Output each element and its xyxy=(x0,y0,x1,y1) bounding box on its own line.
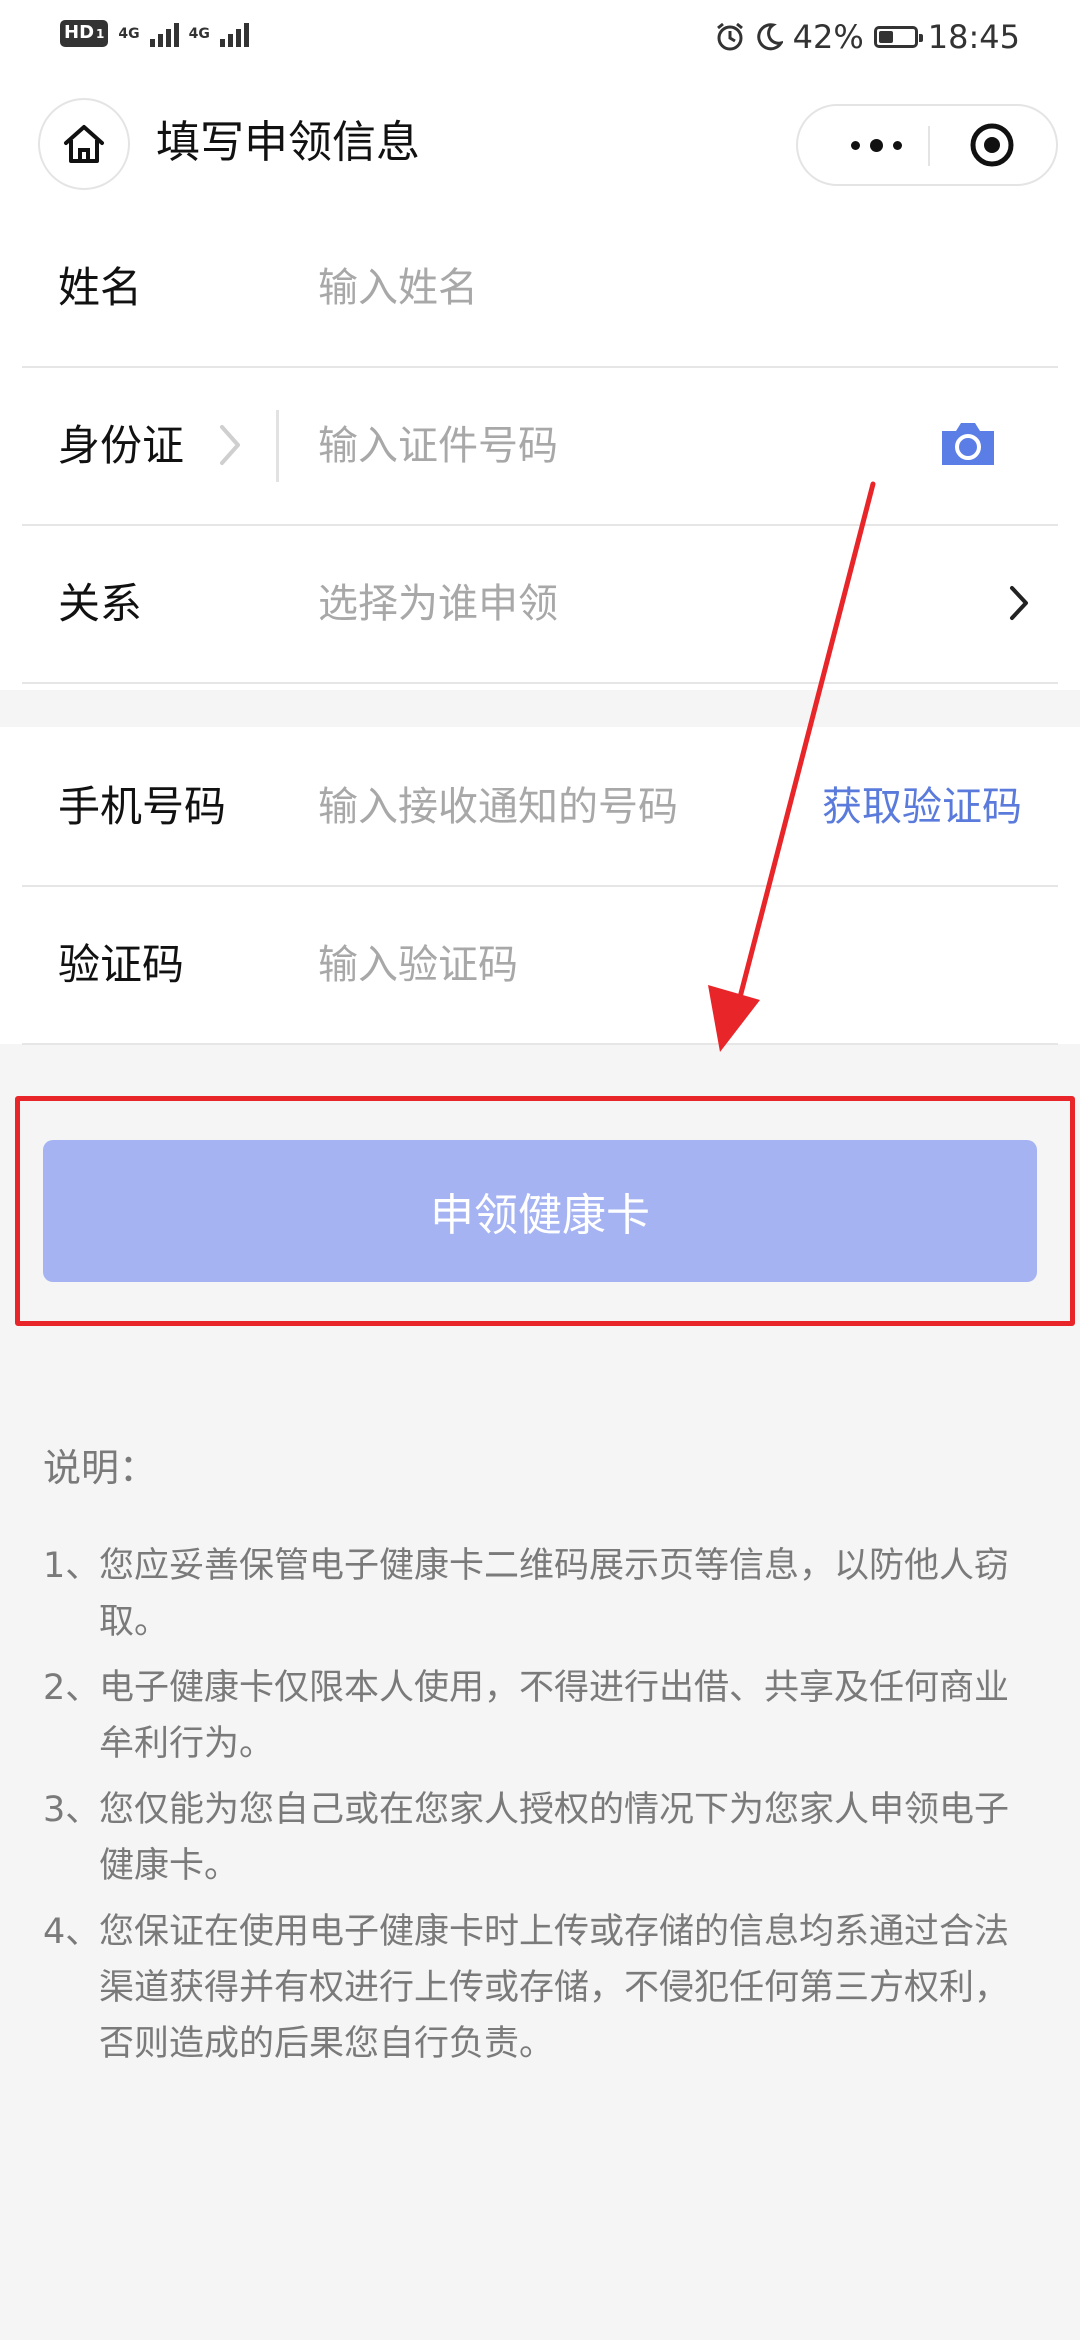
battery-icon xyxy=(873,26,923,48)
notes-title: 说明： xyxy=(43,1446,158,1490)
hd-badge: HD 1 xyxy=(60,20,109,47)
sim1-network-type: 4G xyxy=(118,25,140,42)
status-right: 42% 18:45 xyxy=(715,18,1020,56)
id-card-type-label[interactable]: 身份证 xyxy=(58,416,184,476)
do-not-disturb-moon-icon xyxy=(756,23,783,51)
note-item: 3、 您仅能为您自己或在您家人授权的情况下为您家人申领电子健康卡。 xyxy=(43,1782,1043,1894)
id-number-input[interactable]: 输入证件号码 xyxy=(318,416,558,476)
code-label: 验证码 xyxy=(58,940,185,989)
note-item: 2、 电子健康卡仅限本人使用，不得进行出借、共享及任何商业牟利行为。 xyxy=(43,1660,1043,1772)
relation-label: 关系 xyxy=(58,579,143,628)
id-type-chevron-right-icon[interactable] xyxy=(218,423,244,467)
note-number: 3、 xyxy=(43,1790,101,1830)
home-button[interactable] xyxy=(38,98,130,190)
sim2-signal-icon xyxy=(219,21,249,47)
sim2-network-type: 4G xyxy=(188,25,210,42)
home-icon xyxy=(64,125,104,163)
note-text: 电子健康卡仅限本人使用，不得进行出借、共享及任何商业牟利行为。 xyxy=(99,1668,1010,1764)
note-number: 2、 xyxy=(43,1668,101,1708)
note-text: 您保证在使用电子健康卡时上传或存储的信息均系通过合法渠道获得并有权进行上传或存储… xyxy=(99,1912,1010,2064)
name-label: 姓名 xyxy=(58,263,143,312)
form-row-code[interactable]: 验证码 输入验证码 xyxy=(22,887,1058,1045)
form-row-relation[interactable]: 关系 选择为谁申领 xyxy=(22,526,1058,684)
clock-time: 18:45 xyxy=(927,18,1020,56)
hd-text: HD xyxy=(64,22,95,43)
relation-select[interactable]: 选择为谁申领 xyxy=(318,574,558,634)
more-options-button[interactable] xyxy=(826,106,926,184)
note-number: 4、 xyxy=(43,1912,101,1952)
phone-input[interactable]: 输入接收通知的号码 xyxy=(318,777,678,837)
status-bar: HD 1 4G 4G 42% 18:45 xyxy=(0,0,1080,80)
capsule-divider xyxy=(928,126,930,166)
battery-fill xyxy=(878,31,893,43)
phone-label: 手机号码 xyxy=(58,782,227,831)
status-left: HD 1 4G 4G xyxy=(60,20,249,47)
id-card-divider xyxy=(276,410,279,482)
note-number: 1、 xyxy=(43,1546,101,1586)
close-mini-program-target-icon[interactable] xyxy=(968,121,1016,169)
more-dot-icon xyxy=(850,140,860,150)
camera-scan-icon[interactable] xyxy=(938,419,998,469)
page-title: 填写申领信息 xyxy=(156,117,420,168)
form-row-name[interactable]: 姓名 输入姓名 xyxy=(22,210,1058,368)
alarm-icon xyxy=(716,22,743,51)
more-dot-icon xyxy=(892,140,902,150)
mini-program-capsule xyxy=(796,104,1058,186)
name-input[interactable]: 输入姓名 xyxy=(318,258,478,318)
more-dot-icon xyxy=(869,138,883,152)
code-input[interactable]: 输入验证码 xyxy=(318,935,518,995)
apply-health-card-button[interactable]: 申领健康卡 xyxy=(43,1140,1037,1282)
relation-chevron-right-icon[interactable] xyxy=(1008,584,1030,622)
get-verification-code-button[interactable]: 获取验证码 xyxy=(822,777,1022,837)
form-row-id-card[interactable]: 身份证 输入证件号码 xyxy=(22,368,1058,526)
note-item: 1、 您应妥善保管电子健康卡二维码展示页等信息，以防他人窃取。 xyxy=(43,1538,1043,1650)
sim-slot-number: 1 xyxy=(96,27,105,41)
note-item: 4、 您保证在使用电子健康卡时上传或存储的信息均系通过合法渠道获得并有权进行上传… xyxy=(43,1904,1043,2072)
note-text: 您应妥善保管电子健康卡二维码展示页等信息，以防他人窃取。 xyxy=(99,1546,1010,1642)
form-row-phone[interactable]: 手机号码 输入接收通知的号码 获取验证码 xyxy=(22,729,1058,887)
battery-percent: 42% xyxy=(792,18,864,56)
note-text: 您仅能为您自己或在您家人授权的情况下为您家人申领电子健康卡。 xyxy=(99,1790,1010,1886)
sim1-signal-icon xyxy=(149,21,179,47)
